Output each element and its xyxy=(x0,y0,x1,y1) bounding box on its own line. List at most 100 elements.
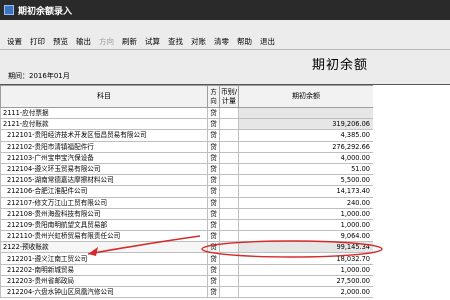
currency-cell[interactable] xyxy=(219,285,239,299)
subject-cell[interactable]: 212104-遵义环玉贸易有限公司 xyxy=(0,162,208,176)
subject-cell[interactable]: 2121-应付账款 xyxy=(0,118,208,131)
balance-cell[interactable]: 9,064.00 xyxy=(238,230,374,243)
direction-cell[interactable]: 贷 xyxy=(207,196,220,209)
balance-cell[interactable]: 4,000.00 xyxy=(238,151,374,164)
table-row[interactable]: 2111-应付票据贷 xyxy=(0,106,374,120)
direction-cell[interactable]: 贷 xyxy=(207,263,220,276)
balance-cell[interactable]: 276,292.66 xyxy=(238,140,374,153)
currency-cell[interactable] xyxy=(219,129,239,142)
settings-button[interactable]: 设置 xyxy=(3,35,26,49)
column-header-currency[interactable]: 币别/计量 xyxy=(219,85,239,108)
table-row[interactable]: 212106-合肥江淮配件公司贷 14,173.40 xyxy=(0,185,374,198)
balance-cell[interactable]: 1,000.00 xyxy=(238,218,374,232)
currency-cell[interactable] xyxy=(219,162,239,176)
currency-cell[interactable] xyxy=(219,274,239,288)
subject-cell[interactable]: 212203-贵州省邮政局 xyxy=(0,274,208,288)
table-row[interactable]: 212104-遵义环玉贸易有限公司贷 51.00 xyxy=(0,162,374,176)
subject-cell[interactable]: 2111-应付票据 xyxy=(0,106,208,120)
help-button[interactable]: 帮助 xyxy=(233,35,256,49)
table-row[interactable]: 212108-贵州海盈科技有限公司贷 1,000.00 xyxy=(0,207,374,220)
currency-cell[interactable] xyxy=(219,230,239,243)
balance-cell[interactable]: 27,500.00 xyxy=(238,274,374,288)
direction-cell[interactable]: 贷 xyxy=(207,230,220,243)
currency-cell[interactable] xyxy=(219,196,239,209)
refresh-button[interactable]: 刷新 xyxy=(118,35,141,49)
balance-cell[interactable]: 18,032.70 xyxy=(238,252,374,265)
column-header-direction[interactable]: 方向 xyxy=(207,85,220,108)
table-row[interactable]: 212109-贵阳南明航望文具贸易部贷 1,000.00 xyxy=(0,218,374,232)
currency-cell[interactable] xyxy=(219,174,239,187)
direction-cell[interactable]: 贷 xyxy=(207,106,220,120)
column-header-subject[interactable]: 科目 xyxy=(0,85,208,108)
direction-cell[interactable]: 贷 xyxy=(207,162,220,176)
currency-cell[interactable] xyxy=(219,140,239,153)
direction-cell[interactable]: 贷 xyxy=(207,151,220,164)
currency-cell[interactable] xyxy=(219,207,239,220)
table-row[interactable]: 212105-湖南常德嘉达摩擦材料公司贷 5,500.00 xyxy=(0,174,374,187)
direction-cell[interactable]: 贷 xyxy=(207,118,220,131)
subject-cell[interactable]: 212201-遵义江南工贸公司 xyxy=(0,252,208,265)
subject-cell[interactable]: 212101-贵阳经济技术开发区恒昌贸易有限公司 xyxy=(0,129,208,142)
subject-cell[interactable]: 2122-预收账款 xyxy=(0,241,208,254)
table-row[interactable]: 212102-贵阳市清镇福配件行贷 276,292.66 xyxy=(0,140,374,153)
subject-cell[interactable]: 212106-合肥江淮配件公司 xyxy=(0,185,208,198)
currency-cell[interactable] xyxy=(219,252,239,265)
table-row-selected[interactable]: 2122-预收账款贷 99,145.34 xyxy=(0,241,374,254)
table-row[interactable]: 212103-广州宝申宝汽保设备贷 4,000.00 xyxy=(0,151,374,164)
table-row[interactable]: 212101-贵阳经济技术开发区恒昌贸易有限公司贷 4,385.00 xyxy=(0,129,374,142)
table-row[interactable]: 212107-修文万江山工贸有限公司贷 240.00 xyxy=(0,196,374,209)
print-button[interactable]: 打印 xyxy=(26,35,49,49)
currency-cell[interactable] xyxy=(219,151,239,164)
balance-cell[interactable]: 51.00 xyxy=(238,162,374,176)
balance-cell[interactable]: 14,173.40 xyxy=(238,185,374,198)
currency-cell[interactable] xyxy=(219,218,239,232)
preview-button[interactable]: 预览 xyxy=(49,35,72,49)
direction-cell[interactable]: 贷 xyxy=(207,218,220,232)
direction-cell[interactable]: 贷 xyxy=(207,185,220,198)
direction-cell[interactable]: 贷 xyxy=(207,285,220,299)
direction-cell[interactable]: 贷 xyxy=(207,174,220,187)
subject-cell[interactable]: 212103-广州宝申宝汽保设备 xyxy=(0,151,208,164)
column-header-opening-balance[interactable]: 期初余额 xyxy=(238,85,374,108)
table-row[interactable]: 2121-应付账款贷 319,206.06 xyxy=(0,118,374,131)
find-button[interactable]: 查找 xyxy=(164,35,187,49)
subject-cell[interactable]: 212202-南明新城贸易 xyxy=(0,263,208,276)
direction-cell[interactable]: 贷 xyxy=(207,207,220,220)
balance-cell[interactable]: 4,385.00 xyxy=(238,129,374,142)
subject-cell[interactable]: 212102-贵阳市清镇福配件行 xyxy=(0,140,208,153)
balance-cell[interactable]: 2,000.00 xyxy=(238,285,374,299)
table-row[interactable]: 212201-遵义江南工贸公司贷 18,032.70 xyxy=(0,252,374,265)
subject-cell[interactable]: 212110-贵州兴虹桥贸易有限责任公司 xyxy=(0,230,208,243)
direction-cell[interactable]: 贷 xyxy=(207,252,220,265)
currency-cell[interactable] xyxy=(219,106,239,120)
table-row[interactable]: 212202-南明新城贸易贷 1,000.00 xyxy=(0,263,374,276)
direction-button[interactable]: 方向 xyxy=(95,35,118,49)
exit-button[interactable]: 退出 xyxy=(256,35,279,49)
subject-cell[interactable]: 212109-贵阳南明航望文具贸易部 xyxy=(0,218,208,232)
export-button[interactable]: 输出 xyxy=(72,35,95,49)
table-row[interactable]: 212203-贵州省邮政局贷 27,500.00 xyxy=(0,274,374,288)
subject-cell[interactable]: 212204-六盘水钟山区凤凰汽修公司 xyxy=(0,285,208,299)
direction-cell[interactable]: 贷 xyxy=(207,241,220,254)
currency-cell[interactable] xyxy=(219,263,239,276)
direction-cell[interactable]: 贷 xyxy=(207,140,220,153)
balance-cell[interactable]: 1,000.00 xyxy=(238,263,374,276)
balance-cell[interactable]: 1,000.00 xyxy=(238,207,374,220)
balance-cell[interactable]: 5,500.00 xyxy=(238,174,374,187)
subject-cell[interactable]: 212108-贵州海盈科技有限公司 xyxy=(0,207,208,220)
table-row[interactable]: 212204-六盘水钟山区凤凰汽修公司贷 2,000.00 xyxy=(0,285,374,299)
reconcile-button[interactable]: 对账 xyxy=(187,35,210,49)
balance-cell[interactable]: 99,145.34 xyxy=(238,241,374,254)
balance-cell[interactable]: 240.00 xyxy=(238,196,374,209)
currency-cell[interactable] xyxy=(219,118,239,131)
subject-cell[interactable]: 212107-修文万江山工贸有限公司 xyxy=(0,196,208,209)
currency-cell[interactable] xyxy=(219,185,239,198)
currency-cell[interactable] xyxy=(219,241,239,254)
balance-cell[interactable]: 319,206.06 xyxy=(238,118,374,131)
direction-cell[interactable]: 贷 xyxy=(207,274,220,288)
clear-button[interactable]: 清零 xyxy=(210,35,233,49)
trial-balance-button[interactable]: 试算 xyxy=(141,35,164,49)
subject-cell[interactable]: 212105-湖南常德嘉达摩擦材料公司 xyxy=(0,174,208,187)
direction-cell[interactable]: 贷 xyxy=(207,129,220,142)
table-row[interactable]: 212110-贵州兴虹桥贸易有限责任公司贷 9,064.00 xyxy=(0,230,374,243)
